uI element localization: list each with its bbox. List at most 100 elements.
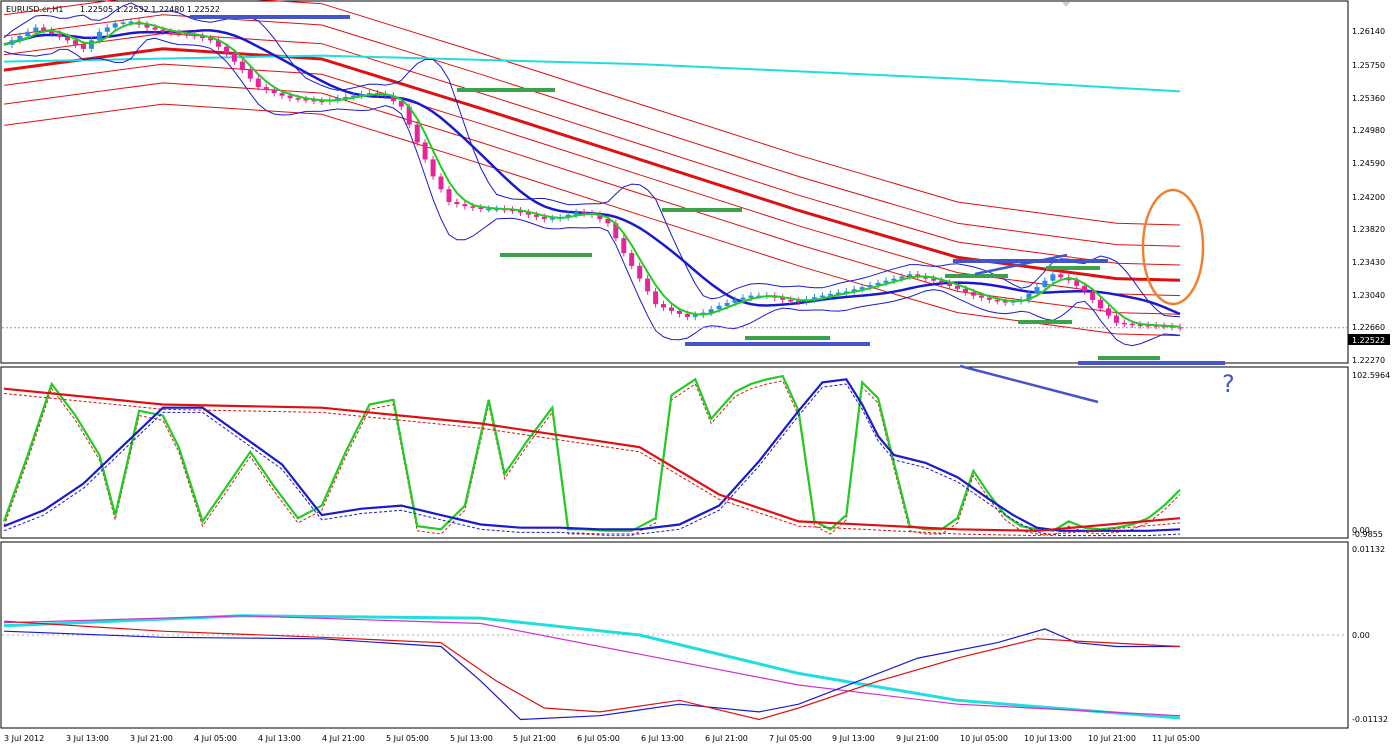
candle-body	[1082, 285, 1088, 292]
candle-body	[414, 124, 420, 143]
candle-body	[454, 202, 460, 205]
candle-body	[168, 31, 174, 34]
candle-body	[81, 44, 86, 49]
time-tick: 4 Jul 21:00	[322, 734, 365, 743]
candle-body	[73, 40, 78, 45]
candle-body	[287, 95, 293, 99]
time-tick: 10 Jul 13:00	[1024, 734, 1072, 743]
time-axis: 3 Jul 2012 3 Jul 13:00 3 Jul 21:00 4 Jul…	[4, 734, 1200, 743]
price-tick: 1.22270	[1352, 356, 1385, 365]
price-tick: 1.23040	[1352, 291, 1385, 300]
candle-body	[819, 295, 825, 298]
candle-body	[462, 204, 468, 207]
candle-body	[247, 70, 253, 79]
time-tick: 4 Jul 13:00	[258, 734, 301, 743]
time-tick: 9 Jul 21:00	[896, 734, 939, 743]
price-tick: 1.25360	[1352, 94, 1385, 103]
candle-body	[637, 265, 643, 279]
price-tick: 1.22660	[1352, 323, 1385, 332]
price-tick: 1.24200	[1352, 193, 1385, 202]
time-tick: 6 Jul 13:00	[641, 734, 684, 743]
osc-min-label: -0.9855	[1352, 530, 1383, 539]
symbol-label: EURUSD.cr,H1	[6, 5, 63, 14]
price-tick: 1.23820	[1352, 225, 1385, 234]
candle-body	[1113, 315, 1119, 323]
time-tick: 6 Jul 21:00	[705, 734, 748, 743]
candle-body	[41, 27, 47, 31]
candle-body	[549, 218, 555, 220]
candle-body	[25, 31, 31, 37]
macd-tick: 0.01132	[1352, 545, 1385, 554]
candle-body	[57, 33, 63, 37]
candle-body	[986, 297, 992, 300]
candle-body	[724, 302, 730, 306]
candle-body	[669, 307, 674, 311]
time-tick: 6 Jul 05:00	[577, 734, 620, 743]
candle-body	[1058, 274, 1064, 278]
candle-body	[224, 46, 229, 54]
current-price-label: 1.22522	[1352, 336, 1385, 345]
price-panel-frame	[0, 0, 1349, 364]
candle-body	[732, 299, 738, 303]
candle-body	[271, 90, 277, 94]
candle-body	[295, 98, 301, 100]
candle-body	[1050, 274, 1056, 281]
time-tick: 3 Jul 21:00	[130, 734, 173, 743]
candle-body	[978, 295, 984, 298]
candle-body	[96, 31, 102, 41]
candle-body	[621, 238, 627, 254]
candle-body	[470, 206, 476, 208]
candle-body	[430, 159, 436, 177]
candle-body	[446, 189, 452, 202]
candle-body	[788, 299, 794, 302]
chart-window: EURUSD.cr,H1 1.22505 1.22532 1.22480 1.2…	[0, 0, 1392, 747]
time-tick: 5 Jul 13:00	[450, 734, 493, 743]
time-tick: 10 Jul 05:00	[960, 734, 1008, 743]
time-tick: 4 Jul 05:00	[194, 734, 237, 743]
osc-max-label: 102.5964	[1352, 371, 1390, 380]
candle-body	[748, 295, 754, 298]
candle-body	[541, 216, 547, 219]
candle-body	[740, 297, 746, 300]
candle-body	[88, 40, 94, 49]
time-tick: 3 Jul 13:00	[66, 734, 109, 743]
candle-body	[160, 29, 166, 32]
time-tick: 11 Jul 05:00	[1152, 734, 1200, 743]
macd-tick: -0.01132	[1352, 715, 1388, 724]
candle-body	[1090, 291, 1096, 300]
candle-body	[629, 253, 635, 266]
time-tick: 5 Jul 21:00	[513, 734, 556, 743]
time-tick: 10 Jul 21:00	[1088, 734, 1136, 743]
candle-body	[1042, 280, 1048, 288]
candle-body	[112, 23, 118, 28]
candle-body	[1129, 323, 1135, 326]
time-tick: 5 Jul 05:00	[386, 734, 429, 743]
candle-body	[1098, 299, 1103, 309]
candle-body	[907, 274, 913, 277]
candle-body	[239, 61, 245, 71]
candle-body	[1121, 322, 1127, 325]
candle-body	[104, 27, 110, 32]
price-tick: 1.24590	[1352, 159, 1385, 168]
candle-body	[422, 142, 428, 160]
question-mark-annotation: ?	[1222, 370, 1235, 398]
price-tick: 1.24980	[1352, 126, 1385, 135]
candle-body	[661, 304, 666, 308]
candle-body	[645, 278, 651, 292]
candle-body	[152, 27, 158, 30]
candle-body	[279, 93, 285, 96]
candle-body	[716, 305, 722, 310]
time-tick: 7 Jul 05:00	[769, 734, 812, 743]
candle-body	[65, 36, 71, 41]
candle-body	[255, 78, 261, 88]
price-tick: 1.23430	[1352, 258, 1385, 267]
price-axis: 1.26140 1.25750 1.25360 1.24980 1.24590 …	[1352, 27, 1385, 365]
candle-body	[263, 87, 269, 91]
macd-tick: 0.00	[1352, 631, 1370, 640]
candle-body	[1034, 287, 1040, 294]
trading-chart[interactable]: EURUSD.cr,H1 1.22505 1.22532 1.22480 1.2…	[0, 0, 1392, 747]
time-tick: 3 Jul 2012	[4, 734, 44, 743]
ohlc-readout: 1.22505 1.22532 1.22480 1.22522	[80, 5, 220, 14]
candle-body	[970, 292, 976, 296]
candle-body	[33, 27, 39, 32]
